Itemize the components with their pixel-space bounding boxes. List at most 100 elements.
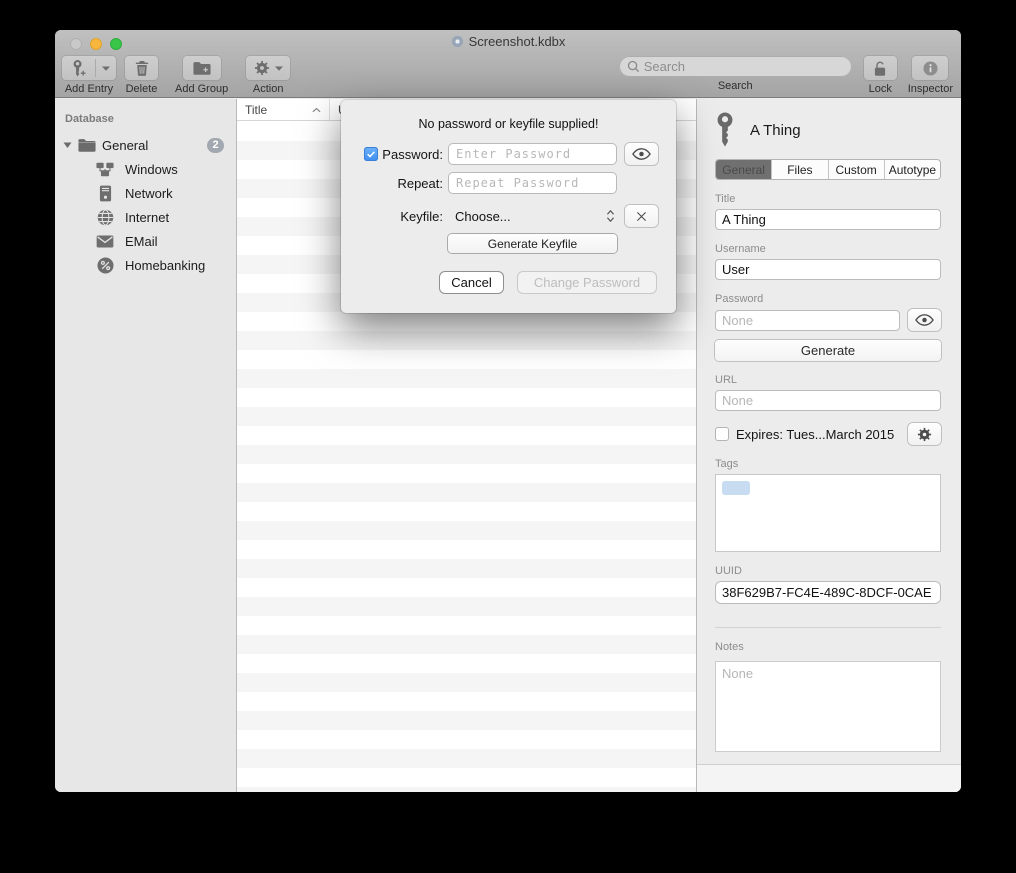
window-title: Screenshot.kdbx xyxy=(469,34,566,49)
repeat-row: Repeat: xyxy=(341,172,676,194)
cancel-button[interactable]: Cancel xyxy=(440,272,503,293)
expires-checkbox[interactable] xyxy=(715,427,729,441)
sheet-repeat-label: Repeat: xyxy=(397,176,443,191)
expires-settings-button[interactable] xyxy=(908,423,941,445)
action-label: Action xyxy=(253,83,284,95)
keyfile-row: Keyfile: Choose... xyxy=(341,205,676,227)
title-label: Title xyxy=(715,193,941,205)
reveal-password-button[interactable] xyxy=(908,309,941,331)
username-label: Username xyxy=(715,243,941,255)
tag-token[interactable] xyxy=(722,481,750,495)
entry-header: A Thing xyxy=(715,107,941,153)
inspector-panel: A Thing General Files Custom Autotype Ti… xyxy=(696,99,961,792)
sidebar-section-header: Database xyxy=(55,99,236,133)
tags-label: Tags xyxy=(715,458,941,470)
add-entry-group: Add Entry xyxy=(62,56,116,95)
inspector-label: Inspector xyxy=(908,83,953,95)
reveal-sheet-password-button[interactable] xyxy=(625,143,658,165)
sidebar-item-internet[interactable]: Internet xyxy=(55,205,236,229)
generate-button[interactable]: Generate xyxy=(715,340,941,361)
generate-keyfile-button[interactable]: Generate Keyfile xyxy=(448,234,617,253)
username-field[interactable] xyxy=(715,259,941,280)
entry-title: A Thing xyxy=(750,122,801,139)
folder-icon xyxy=(78,138,96,152)
expires-row: Expires: Tues...March 2015 xyxy=(715,423,941,445)
repeat-password-field[interactable] xyxy=(448,172,617,194)
eye-icon xyxy=(915,314,934,326)
toolbar: Add Entry Delete Add Group xyxy=(55,54,961,98)
app-window: Screenshot.kdbx Add Entry xyxy=(55,30,961,792)
sidebar-item-windows[interactable]: Windows xyxy=(55,157,236,181)
gear-icon xyxy=(254,60,270,76)
add-group-button[interactable] xyxy=(183,56,221,80)
disclosure-triangle-icon[interactable] xyxy=(63,141,72,149)
envelope-icon xyxy=(96,235,114,248)
sidebar-item-label: General xyxy=(102,138,148,153)
add-entry-dropdown[interactable] xyxy=(96,56,116,80)
window-chrome: Screenshot.kdbx Add Entry xyxy=(55,30,961,98)
password-row: Password: xyxy=(341,143,676,165)
sidebar-item-general[interactable]: General 2 xyxy=(55,133,236,157)
document-icon xyxy=(451,35,464,48)
password-field[interactable] xyxy=(715,310,900,331)
check-icon xyxy=(366,149,376,159)
inspector-group: Inspector xyxy=(908,56,953,95)
search-label: Search xyxy=(718,80,753,92)
search-field[interactable] xyxy=(619,56,852,77)
sidebar-item-label: Homebanking xyxy=(125,258,205,273)
password-checkbox[interactable] xyxy=(364,147,378,161)
search-icon xyxy=(627,60,640,73)
column-header-title[interactable]: Title xyxy=(237,99,330,120)
uuid-field[interactable] xyxy=(715,581,941,604)
workgroup-icon xyxy=(96,162,114,177)
eye-icon xyxy=(632,148,651,160)
sidebar: Database General 2 Windows xyxy=(55,99,237,792)
delete-button[interactable] xyxy=(125,56,158,80)
sidebar-item-label: Internet xyxy=(125,210,169,225)
keyfile-popup[interactable]: Choose... xyxy=(448,209,617,224)
lock-button[interactable] xyxy=(864,56,897,80)
percent-circle-icon xyxy=(96,257,114,274)
inspector-button[interactable] xyxy=(912,56,948,80)
tab-autotype[interactable]: Autotype xyxy=(885,160,940,179)
title-field[interactable] xyxy=(715,209,941,230)
expires-label: Expires: Tues...March 2015 xyxy=(736,427,901,442)
url-field[interactable] xyxy=(715,390,941,411)
globe-icon xyxy=(96,209,114,226)
sidebar-item-label: EMail xyxy=(125,234,158,249)
tags-field[interactable] xyxy=(715,474,941,552)
change-password-sheet: No password or keyfile supplied! Passwor… xyxy=(341,100,676,313)
url-label: URL xyxy=(715,374,941,386)
chevron-down-icon xyxy=(275,66,283,71)
key-plus-icon xyxy=(62,56,95,80)
clear-keyfile-button[interactable] xyxy=(625,205,658,227)
divider xyxy=(715,627,941,628)
sidebar-item-network[interactable]: Network xyxy=(55,181,236,205)
search-group: Search xyxy=(619,56,852,92)
entry-count-badge: 2 xyxy=(207,138,224,153)
delete-group: Delete xyxy=(125,56,158,95)
notes-field[interactable] xyxy=(715,661,941,752)
sidebar-item-label: Network xyxy=(125,186,173,201)
lock-label: Lock xyxy=(869,83,892,95)
trash-icon xyxy=(135,60,149,76)
tab-files[interactable]: Files xyxy=(772,160,828,179)
tab-general[interactable]: General xyxy=(716,160,772,179)
delete-label: Delete xyxy=(126,83,158,95)
action-group: Action xyxy=(246,56,290,95)
action-button[interactable] xyxy=(246,56,290,80)
sort-ascending-icon xyxy=(312,107,321,113)
sidebar-item-email[interactable]: EMail xyxy=(55,229,236,253)
tab-custom[interactable]: Custom xyxy=(829,160,885,179)
server-icon xyxy=(96,185,114,202)
change-password-button[interactable]: Change Password xyxy=(518,272,656,293)
sheet-keyfile-label: Keyfile: xyxy=(400,209,443,224)
keyfile-value: Choose... xyxy=(455,209,511,224)
add-entry-label: Add Entry xyxy=(65,83,113,95)
notes-label: Notes xyxy=(715,641,941,653)
sidebar-item-homebanking[interactable]: Homebanking xyxy=(55,253,236,277)
search-input[interactable] xyxy=(644,59,844,74)
add-entry-button[interactable] xyxy=(62,56,116,80)
add-group-group: Add Group xyxy=(175,56,228,95)
enter-password-field[interactable] xyxy=(448,143,617,165)
